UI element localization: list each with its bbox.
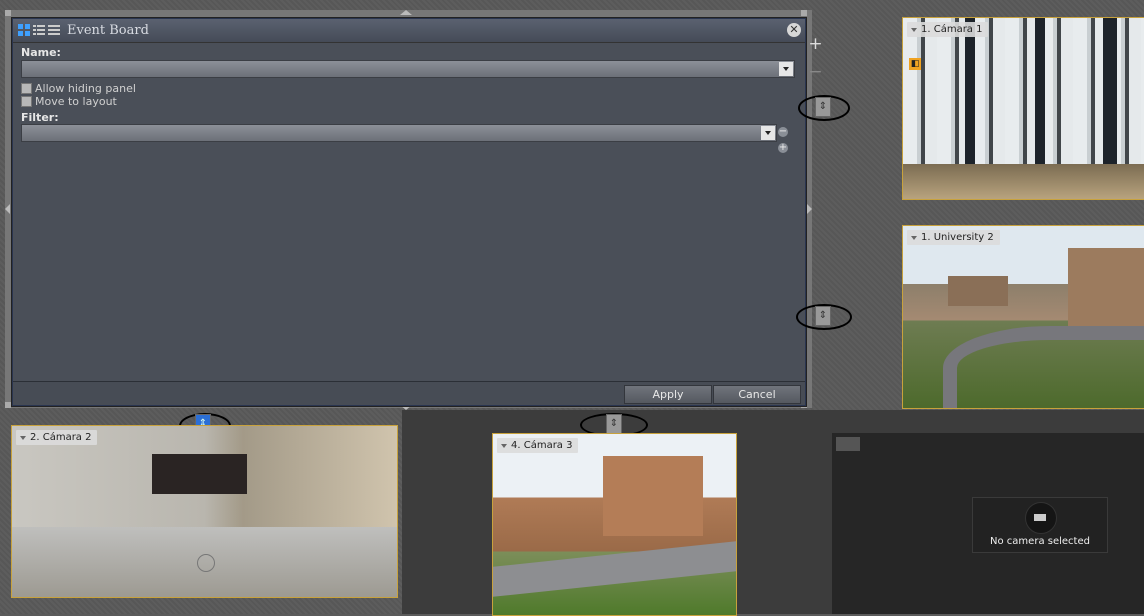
event-board-titlebar: Event Board ✕ [13, 19, 805, 43]
allow-hiding-panel-checkbox[interactable]: Allow hiding panel [21, 81, 136, 95]
drag-handle-icon[interactable]: ⇕ [815, 97, 831, 117]
camera-tile-cam3[interactable]: 4. Cámara 3 [492, 433, 737, 616]
ptz-crosshair-icon[interactable] [197, 554, 215, 572]
move-to-layout-label: Move to layout [35, 94, 117, 108]
video-frame-detail [1068, 248, 1144, 326]
resize-up-arrow[interactable] [400, 10, 412, 15]
close-icon[interactable]: ✕ [787, 23, 801, 37]
drag-handle-icon[interactable]: ⇕ [606, 414, 622, 434]
apply-button[interactable]: Apply [624, 385, 712, 404]
camera-tile-label[interactable]: 1. University 2 [907, 230, 1000, 245]
checkbox-box[interactable] [21, 82, 32, 94]
zoom-out-button[interactable]: − [807, 64, 824, 81]
tile-menu-icon[interactable] [836, 437, 860, 451]
name-dropdown[interactable] [21, 60, 795, 78]
camera-tile-label[interactable]: 2. Cámara 2 [16, 430, 98, 445]
video-frame-detail [152, 454, 247, 494]
resize-left-arrow[interactable] [5, 204, 10, 214]
filter-dropdown[interactable] [21, 124, 777, 142]
video-frame-detail [493, 541, 736, 597]
filter-label: Filter: [21, 111, 59, 124]
video-frame-detail [903, 164, 1144, 199]
video-frame-detail [943, 326, 1144, 408]
move-to-layout-checkbox[interactable]: Move to layout [21, 94, 117, 108]
grid-view-icon[interactable] [18, 24, 30, 36]
no-camera-message: No camera selected [990, 536, 1090, 547]
event-board-panel: Event Board ✕ Name: Allow hiding panel M… [12, 18, 806, 406]
no-camera-placeholder: No camera selected [972, 497, 1108, 553]
resize-corner-tr[interactable] [801, 10, 807, 16]
resize-corner-bl[interactable] [5, 402, 11, 408]
video-frame-detail [603, 456, 703, 536]
event-board-footer: Apply Cancel [13, 381, 805, 405]
checkbox-box[interactable] [21, 95, 32, 107]
dropdown-arrow-icon[interactable] [779, 62, 793, 76]
resize-corner-tl[interactable] [5, 10, 11, 16]
camera-tile-univ2[interactable]: 1. University 2 [902, 225, 1144, 409]
resize-right-arrow[interactable] [807, 204, 812, 214]
allow-hiding-panel-label: Allow hiding panel [35, 81, 136, 95]
video-frame-detail [948, 276, 1008, 306]
name-label: Name: [21, 46, 61, 59]
event-icon[interactable]: ◧ [909, 58, 921, 70]
zoom-in-button[interactable]: + [807, 36, 824, 53]
camera-tile-label[interactable]: 1. Cámara 1 [907, 22, 989, 37]
list-view-icon[interactable] [33, 24, 45, 36]
camera-tile-cam1[interactable]: 1. Cámara 1 ◧ [902, 17, 1144, 200]
add-filter-button[interactable]: + [778, 143, 788, 153]
drag-handle-icon[interactable]: ⇕ [815, 306, 831, 326]
camera-tile-label[interactable]: 4. Cámara 3 [497, 438, 579, 453]
camera-icon [1025, 502, 1057, 534]
details-view-icon[interactable] [48, 24, 60, 36]
camera-tile-cam2[interactable]: 2. Cámara 2 [11, 425, 398, 598]
empty-camera-tile[interactable]: No camera selected [832, 433, 1144, 614]
remove-filter-button[interactable]: − [778, 127, 788, 137]
event-board-title: Event Board [67, 23, 149, 38]
cancel-button[interactable]: Cancel [713, 385, 801, 404]
dropdown-arrow-icon[interactable] [761, 126, 775, 140]
